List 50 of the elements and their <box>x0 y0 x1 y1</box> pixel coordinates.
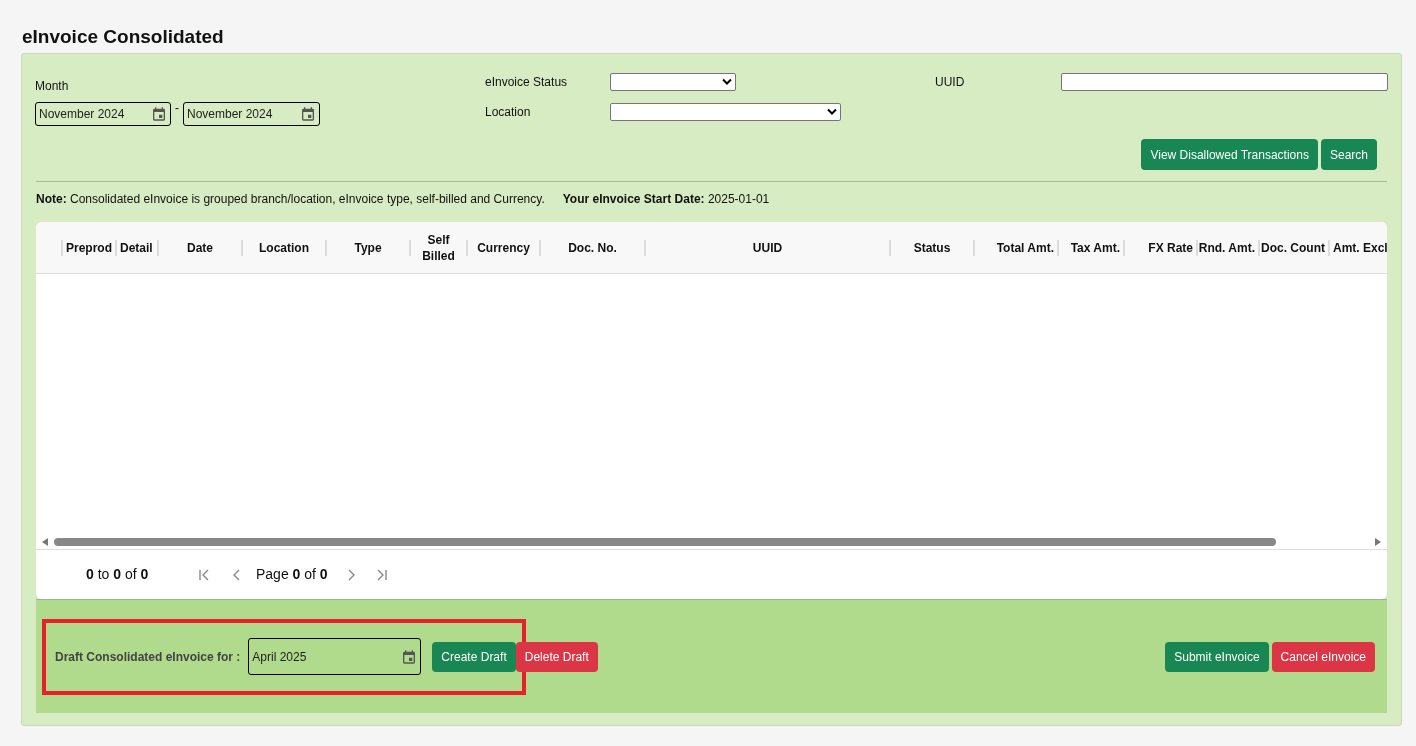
column-header[interactable]: Preprod <box>66 239 112 256</box>
first-page-icon[interactable] <box>198 568 210 581</box>
status-label: eInvoice Status <box>485 74 569 91</box>
location-label: Location <box>485 104 532 121</box>
row-count-text: 0 to 0 of 0 <box>86 565 150 584</box>
uuid-field[interactable] <box>1061 73 1388 91</box>
column-header[interactable]: Doc. No. <box>568 239 617 256</box>
scrollbar-thumb[interactable] <box>54 538 1276 546</box>
scroll-left-icon[interactable] <box>42 538 48 546</box>
action-button[interactable]: Search <box>1320 139 1377 170</box>
column-header[interactable]: Date <box>187 239 213 256</box>
column-header[interactable]: Doc. Count <box>1261 239 1325 256</box>
action-button[interactable]: Cancel eInvoice <box>1271 641 1375 672</box>
column-header[interactable]: UUID <box>752 239 783 256</box>
note-text: Note: Consolidated eInvoice is grouped branch/location, eInvoice type, self-billed and Currency. <box>36 191 545 208</box>
chevron-down-icon <box>722 78 732 86</box>
column-header[interactable]: Rnd. Amt. <box>1198 239 1255 256</box>
month-field[interactable]: November 2024 <box>183 102 320 126</box>
scroll-right-icon[interactable] <box>1375 538 1381 546</box>
column-header[interactable]: Tax Amt. <box>1070 239 1120 256</box>
action-button[interactable]: View Disallowed Transactions <box>1141 139 1318 170</box>
calendar-icon <box>401 648 418 665</box>
start-date-text: Your eInvoice Start Date: 2025-01-01 <box>562 191 770 208</box>
location-select[interactable] <box>610 103 841 121</box>
last-page-icon[interactable] <box>375 568 388 581</box>
column-header[interactable]: Type <box>354 239 382 256</box>
column-header[interactable]: Amt. Excl <box>1333 239 1387 256</box>
range-separator: - <box>175 102 179 114</box>
column-header[interactable]: Total Amt. <box>996 239 1054 256</box>
chevron-down-icon <box>827 108 837 116</box>
month-label: Month <box>35 78 69 95</box>
calendar-icon <box>300 106 316 122</box>
column-header[interactable]: Self Billed <box>422 231 455 264</box>
column-header[interactable]: Status <box>913 239 951 256</box>
previous-page-icon[interactable] <box>232 568 242 581</box>
action-button[interactable]: Create Draft <box>432 641 516 672</box>
draft-label: Draft Consolidated eInvoice for : <box>55 648 241 666</box>
column-header[interactable]: Detail <box>120 239 153 256</box>
page-title: eInvoice Consolidated <box>22 25 225 49</box>
uuid-label: UUID <box>935 74 966 91</box>
month-field[interactable]: April 2025 <box>248 638 422 675</box>
action-button[interactable]: Delete Draft <box>515 641 598 672</box>
column-header[interactable]: Location <box>259 239 309 256</box>
column-header[interactable]: FX Rate <box>1148 239 1193 256</box>
column-header[interactable]: Currency <box>477 239 530 256</box>
action-button[interactable]: Submit eInvoice <box>1165 641 1269 672</box>
month-field[interactable]: November 2024 <box>35 102 171 126</box>
calendar-icon <box>151 106 167 122</box>
status-select[interactable] <box>610 73 736 91</box>
page-indicator: Page 0 of 0 <box>256 565 328 584</box>
